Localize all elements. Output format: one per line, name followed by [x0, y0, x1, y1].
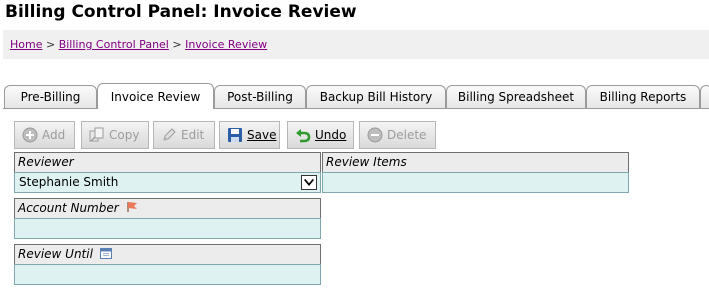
reviewer-field: Reviewer Stephanie Smith: [14, 152, 321, 193]
copy-icon: [89, 127, 104, 142]
add-button-label: Add: [42, 128, 66, 142]
review-until-field: Review Until: [14, 244, 321, 285]
tab-bar: Pre-Billing Invoice Review Post-Billing …: [0, 83, 709, 109]
plus-circle-icon: [22, 127, 38, 143]
tab-overflow[interactable]: [700, 85, 709, 108]
delete-button[interactable]: Delete: [359, 121, 436, 149]
review-items-field: Review Items: [322, 152, 629, 193]
reviewer-label: Reviewer: [14, 152, 321, 172]
flag-icon: [126, 202, 137, 212]
tab-backup-bill-history[interactable]: Backup Bill History: [306, 85, 446, 108]
undo-arrow-icon: [296, 129, 311, 143]
review-items-input[interactable]: [322, 172, 629, 193]
breadcrumb-home-link[interactable]: Home: [10, 38, 42, 51]
review-until-label-row: Review Until: [14, 244, 321, 264]
breadcrumb-invoice-review-link[interactable]: Invoice Review: [185, 38, 267, 51]
breadcrumb: Home > Billing Control Panel > Invoice R…: [10, 38, 267, 51]
account-number-input[interactable]: [14, 218, 321, 239]
undo-button[interactable]: Undo: [287, 121, 354, 149]
page-title: Billing Control Panel: Invoice Review: [5, 2, 357, 22]
breadcrumb-separator: >: [45, 38, 56, 51]
delete-button-label: Delete: [387, 128, 427, 142]
account-number-label: Account Number: [18, 201, 119, 215]
tab-invoice-review[interactable]: Invoice Review: [97, 83, 214, 109]
edit-button-label: Edit: [181, 128, 205, 142]
tab-post-billing[interactable]: Post-Billing: [214, 85, 306, 108]
reviewer-select[interactable]: Stephanie Smith: [14, 172, 321, 193]
breadcrumb-separator: >: [172, 38, 182, 51]
tab-pre-billing[interactable]: Pre-Billing: [4, 85, 97, 108]
tab-billing-reports[interactable]: Billing Reports: [586, 85, 700, 108]
minus-circle-icon: [367, 127, 383, 143]
chevron-down-icon[interactable]: [301, 175, 317, 190]
copy-button[interactable]: Copy: [81, 121, 149, 149]
review-until-input[interactable]: [14, 264, 321, 285]
save-button-label[interactable]: Save: [247, 128, 276, 142]
breadcrumb-billing-control-panel-link[interactable]: Billing Control Panel: [59, 38, 169, 51]
review-items-label: Review Items: [322, 152, 629, 172]
add-button[interactable]: Add: [14, 121, 75, 149]
copy-button-label: Copy: [109, 128, 140, 142]
calendar-icon[interactable]: [99, 247, 112, 259]
save-button[interactable]: Save: [219, 121, 280, 149]
account-number-label-row: Account Number: [14, 198, 321, 218]
edit-button[interactable]: Edit: [153, 121, 215, 149]
account-number-field: Account Number: [14, 198, 321, 239]
floppy-disk-icon: [228, 128, 242, 142]
review-until-label: Review Until: [18, 247, 93, 261]
undo-button-label: Undo: [315, 128, 347, 142]
breadcrumb-bar: Home > Billing Control Panel > Invoice R…: [3, 30, 709, 59]
pencil-icon: [163, 128, 176, 141]
tab-billing-spreadsheet[interactable]: Billing Spreadsheet: [446, 85, 586, 108]
